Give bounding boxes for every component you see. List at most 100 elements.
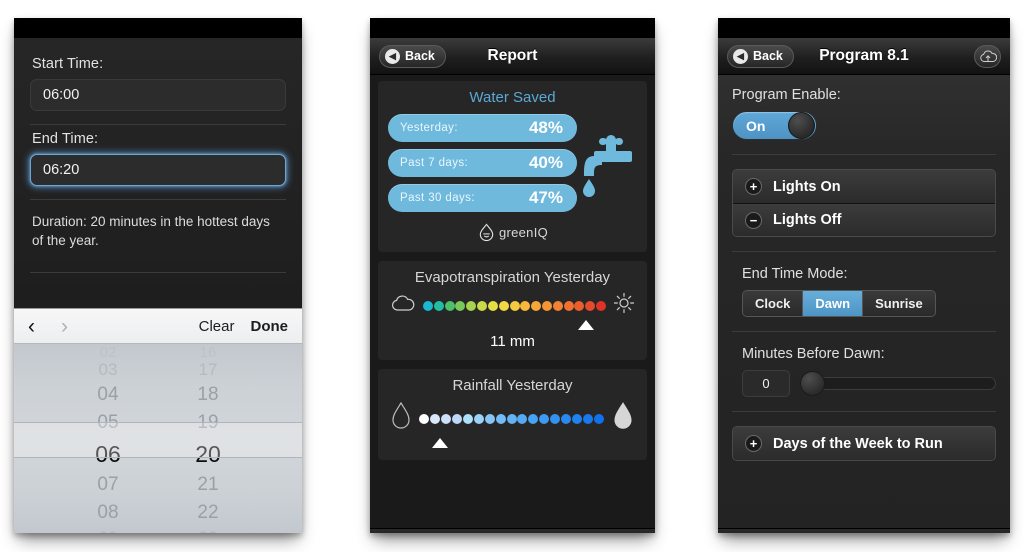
toggle-knob[interactable] bbox=[788, 112, 815, 139]
scale-dot bbox=[541, 300, 552, 311]
end-time-input[interactable]: 06:20 bbox=[30, 154, 286, 186]
scale-dot bbox=[550, 413, 561, 424]
scale-dot bbox=[466, 300, 477, 311]
back-button[interactable]: ◀ Back bbox=[379, 44, 446, 68]
cloud-upload-button[interactable] bbox=[974, 44, 1001, 68]
picker-item[interactable]: 23 bbox=[179, 527, 237, 533]
picker-item[interactable]: 21 bbox=[179, 471, 237, 499]
program-enable-label: Program Enable: bbox=[732, 87, 841, 103]
scale-dot bbox=[419, 413, 429, 424]
rainfall-card: Rainfall Yesterday bbox=[378, 369, 647, 460]
clear-button[interactable]: Clear bbox=[199, 318, 235, 335]
greeniq-wordmark: greenIQ bbox=[498, 225, 549, 240]
scale-dot bbox=[572, 413, 583, 424]
minutes-before-dawn-input[interactable]: 0 bbox=[742, 370, 790, 397]
slider-track bbox=[800, 377, 996, 390]
days-of-week-label: Days of the Week to Run bbox=[773, 435, 943, 452]
time-picker[interactable]: 02 03 04 05 06 07 08 09 10 16 17 18 19 2… bbox=[14, 344, 302, 533]
report-scroll-area[interactable]: Water Saved Yesterday: 48% Past 7 days: … bbox=[370, 75, 655, 528]
water-saved-row: Past 7 days: 40% bbox=[388, 149, 577, 177]
scale-dot bbox=[444, 300, 455, 311]
picker-column-minutes[interactable]: 16 17 18 19 20 21 22 23 24 bbox=[179, 345, 237, 533]
lights-on-row[interactable]: + Lights On bbox=[733, 170, 995, 203]
rainfall-title: Rainfall Yesterday bbox=[452, 377, 573, 394]
scale-dot bbox=[517, 413, 528, 424]
start-time-label: Start Time: bbox=[32, 56, 104, 72]
picker-toolbar: ‹ › Clear Done bbox=[14, 308, 302, 344]
status-bar bbox=[370, 18, 655, 38]
back-button[interactable]: ◀ Back bbox=[727, 44, 794, 68]
lights-off-row[interactable]: − Lights Off bbox=[733, 203, 995, 236]
program-form: Program Enable: On + Lights On − Lights … bbox=[718, 75, 1010, 528]
segment-sunrise[interactable]: Sunrise bbox=[862, 291, 935, 316]
segment-clock[interactable]: Clock bbox=[743, 291, 803, 316]
status-bar bbox=[14, 18, 302, 38]
evapotranspiration-value: 11 mm bbox=[490, 333, 535, 350]
end-time-mode-segmented-control[interactable]: Clock Dawn Sunrise bbox=[742, 290, 936, 317]
evapotranspiration-card: Evapotranspiration Yesterday 11 mm bbox=[378, 261, 647, 360]
scale-marker-triangle bbox=[431, 438, 448, 448]
lights-on-label: Lights On bbox=[773, 178, 841, 195]
phone-panel-program: ◀ Back Program 8.1 Program Enable: On + bbox=[718, 18, 1010, 533]
days-of-week-group: + Days of the Week to Run bbox=[732, 426, 996, 461]
copyright-footer: Copyright © 2014 GreenIQ LTD bbox=[370, 528, 655, 533]
water-saved-row: Yesterday: 48% bbox=[388, 114, 577, 142]
greeniq-drop-icon bbox=[479, 223, 494, 242]
scale-dot bbox=[506, 413, 517, 424]
raindrop-filled-icon bbox=[611, 400, 635, 437]
picker-item[interactable]: 17 bbox=[179, 359, 237, 381]
water-saved-list: Yesterday: 48% Past 7 days: 40% Past 30 … bbox=[388, 114, 577, 219]
rainfall-marker-row bbox=[388, 437, 637, 450]
picker-item[interactable]: 05 bbox=[79, 409, 137, 437]
previous-field-icon[interactable]: ‹ bbox=[28, 316, 35, 337]
picker-item[interactable]: 07 bbox=[79, 471, 137, 499]
scale-dot bbox=[596, 300, 606, 311]
divider bbox=[732, 331, 996, 332]
picker-item[interactable]: 22 bbox=[179, 499, 237, 527]
picker-item-selected-hour[interactable]: 06 bbox=[79, 437, 137, 471]
picker-item[interactable]: 03 bbox=[79, 359, 137, 381]
next-field-icon[interactable]: › bbox=[61, 316, 68, 337]
end-time-label: End Time: bbox=[32, 131, 99, 147]
picker-item[interactable]: 02 bbox=[79, 345, 137, 360]
segment-dawn[interactable]: Dawn bbox=[802, 291, 863, 316]
evapotranspiration-marker-row bbox=[388, 319, 637, 332]
picker-item-selected-minute[interactable]: 20 bbox=[179, 437, 237, 471]
picker-item[interactable]: 08 bbox=[79, 499, 137, 527]
scale-dot bbox=[531, 300, 542, 311]
water-saved-title: Water Saved bbox=[469, 89, 556, 106]
minus-icon: − bbox=[745, 211, 762, 229]
scale-dot bbox=[498, 300, 509, 311]
picker-item[interactable]: 18 bbox=[179, 381, 237, 409]
done-button[interactable]: Done bbox=[251, 318, 289, 335]
scale-dot bbox=[561, 413, 572, 424]
cloud-icon bbox=[390, 294, 416, 317]
evapotranspiration-scale bbox=[423, 300, 606, 311]
plus-icon: + bbox=[745, 435, 762, 452]
picker-item[interactable]: 16 bbox=[179, 345, 237, 360]
start-time-input[interactable]: 06:00 bbox=[30, 79, 286, 111]
slider-knob[interactable] bbox=[800, 371, 825, 396]
picker-column-hours[interactable]: 02 03 04 05 06 07 08 09 10 bbox=[79, 345, 137, 533]
program-enable-toggle[interactable]: On bbox=[732, 111, 817, 140]
minutes-before-dawn-slider[interactable] bbox=[800, 370, 996, 397]
days-of-week-row[interactable]: + Days of the Week to Run bbox=[733, 427, 995, 460]
divider bbox=[30, 272, 286, 273]
rainfall-scale bbox=[419, 413, 604, 424]
scale-dot bbox=[462, 413, 473, 424]
scale-dot bbox=[451, 413, 462, 424]
row-value: 48% bbox=[528, 118, 563, 137]
picker-item[interactable]: 19 bbox=[179, 409, 237, 437]
picker-item[interactable]: 09 bbox=[79, 527, 137, 533]
scale-dot bbox=[487, 300, 498, 311]
divider bbox=[732, 154, 996, 155]
row-value: 47% bbox=[528, 188, 563, 207]
scale-dot bbox=[473, 413, 484, 424]
scale-dot bbox=[574, 300, 585, 311]
row-label: Past 7 days: bbox=[400, 157, 469, 169]
picker-item[interactable]: 04 bbox=[79, 381, 137, 409]
scale-dot bbox=[583, 413, 594, 424]
minutes-before-dawn-label: Minutes Before Dawn: bbox=[742, 346, 885, 362]
raindrop-outline-icon bbox=[390, 401, 412, 436]
phone-panel-time-editor: Start Time: 06:00 End Time: 06:20 Durati… bbox=[14, 18, 302, 533]
